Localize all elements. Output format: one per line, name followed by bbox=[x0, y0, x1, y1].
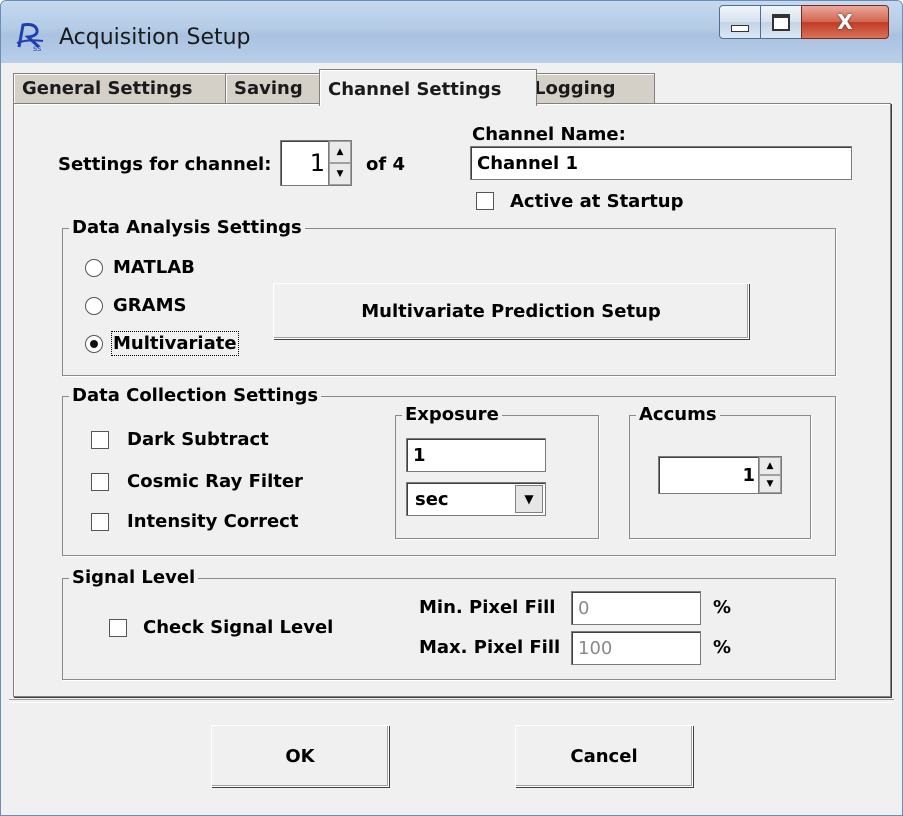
spin-down-icon[interactable]: ▼ bbox=[759, 475, 781, 493]
grams-label: GRAMS bbox=[113, 295, 187, 316]
close-button[interactable]: X bbox=[801, 5, 889, 39]
intensity-correct-label: Intensity Correct bbox=[127, 511, 299, 532]
min-pixel-fill-input[interactable]: 0 bbox=[571, 591, 701, 625]
maximize-icon bbox=[772, 13, 790, 31]
max-pixel-fill-input[interactable]: 100 bbox=[571, 631, 701, 665]
active-at-startup-label: Active at Startup bbox=[510, 191, 684, 212]
channel-name-input[interactable]: Channel 1 bbox=[470, 146, 852, 180]
spin-down-icon[interactable]: ▼ bbox=[329, 163, 351, 185]
tab-general-settings[interactable]: General Settings bbox=[13, 73, 239, 104]
channel-count-label: of 4 bbox=[366, 154, 405, 175]
exposure-input[interactable]: 1 bbox=[406, 438, 546, 472]
matlab-label: MATLAB bbox=[113, 257, 195, 278]
min-pixel-fill-label: Min. Pixel Fill bbox=[419, 597, 556, 618]
exposure-group: Exposure 1 sec ▼ bbox=[395, 404, 599, 539]
accums-value: 1 bbox=[742, 464, 755, 486]
app-logo-icon: ss bbox=[16, 23, 44, 53]
check-signal-level-checkbox[interactable] bbox=[109, 619, 127, 637]
active-at-startup-checkbox[interactable] bbox=[476, 192, 494, 210]
accums-spinner[interactable]: 1 ▲ ▼ bbox=[658, 456, 782, 494]
tab-channel-settings[interactable]: Channel Settings bbox=[319, 69, 537, 106]
accums-group: Accums 1 ▲ ▼ bbox=[629, 404, 811, 539]
signal-level-title: Signal Level bbox=[69, 567, 199, 588]
title-bar[interactable]: ss Acquisition Setup X bbox=[1, 1, 902, 63]
channel-name-label: Channel Name: bbox=[472, 124, 626, 145]
multivariate-label: Multivariate bbox=[111, 331, 239, 356]
acquisition-setup-window: ss Acquisition Setup X General Settings … bbox=[0, 0, 903, 816]
max-pixel-fill-label: Max. Pixel Fill bbox=[419, 637, 561, 658]
grams-radio[interactable] bbox=[85, 297, 103, 315]
cosmic-ray-filter-checkbox[interactable] bbox=[91, 473, 109, 491]
window-title: Acquisition Setup bbox=[59, 25, 251, 50]
check-signal-level-label: Check Signal Level bbox=[143, 617, 334, 638]
dialog-separator bbox=[9, 699, 894, 703]
ok-button[interactable]: OK bbox=[211, 725, 389, 787]
multivariate-prediction-setup-button[interactable]: Multivariate Prediction Setup bbox=[273, 283, 749, 339]
matlab-radio[interactable] bbox=[85, 259, 103, 277]
maximize-button[interactable] bbox=[760, 5, 802, 39]
data-collection-settings-group: Data Collection Settings Dark Subtract C… bbox=[62, 385, 836, 556]
data-analysis-settings-title: Data Analysis Settings bbox=[69, 217, 305, 238]
accums-title: Accums bbox=[636, 404, 720, 425]
exposure-unit-value: sec bbox=[415, 488, 449, 510]
dark-subtract-label: Dark Subtract bbox=[127, 429, 269, 450]
dropdown-arrow-icon[interactable]: ▼ bbox=[515, 485, 543, 513]
cosmic-ray-filter-label: Cosmic Ray Filter bbox=[127, 471, 303, 492]
spin-up-icon[interactable]: ▲ bbox=[329, 141, 351, 163]
cancel-button[interactable]: Cancel bbox=[515, 725, 693, 787]
max-pixel-fill-unit: % bbox=[713, 637, 732, 658]
multivariate-radio[interactable] bbox=[85, 335, 103, 353]
minimize-icon bbox=[731, 24, 749, 32]
dark-subtract-checkbox[interactable] bbox=[91, 431, 109, 449]
data-collection-settings-title: Data Collection Settings bbox=[69, 385, 322, 406]
spinner-buttons: ▲ ▼ bbox=[328, 141, 351, 185]
signal-level-group: Signal Level Check Signal Level Min. Pix… bbox=[62, 567, 836, 680]
tab-logging[interactable]: Logging bbox=[525, 73, 655, 104]
min-pixel-fill-unit: % bbox=[713, 597, 732, 618]
data-analysis-settings-group: Data Analysis Settings MATLAB GRAMS Mult… bbox=[62, 217, 836, 376]
settings-for-channel-label: Settings for channel: bbox=[58, 154, 272, 175]
close-icon: X bbox=[837, 10, 853, 34]
svg-text:ss: ss bbox=[33, 44, 41, 53]
exposure-title: Exposure bbox=[402, 404, 502, 425]
channel-number: 1 bbox=[309, 149, 325, 177]
spin-up-icon[interactable]: ▲ bbox=[759, 457, 781, 475]
exposure-unit-select[interactable]: sec ▼ bbox=[406, 482, 546, 516]
channel-settings-panel: Settings for channel: 1 ▲ ▼ of 4 Channel… bbox=[13, 103, 891, 697]
accums-spinner-buttons: ▲ ▼ bbox=[758, 457, 781, 493]
dialog-client-area: General Settings Saving Channel Settings… bbox=[9, 63, 894, 809]
minimize-button[interactable] bbox=[719, 5, 761, 39]
channel-spinner[interactable]: 1 ▲ ▼ bbox=[280, 140, 352, 186]
intensity-correct-checkbox[interactable] bbox=[91, 513, 109, 531]
